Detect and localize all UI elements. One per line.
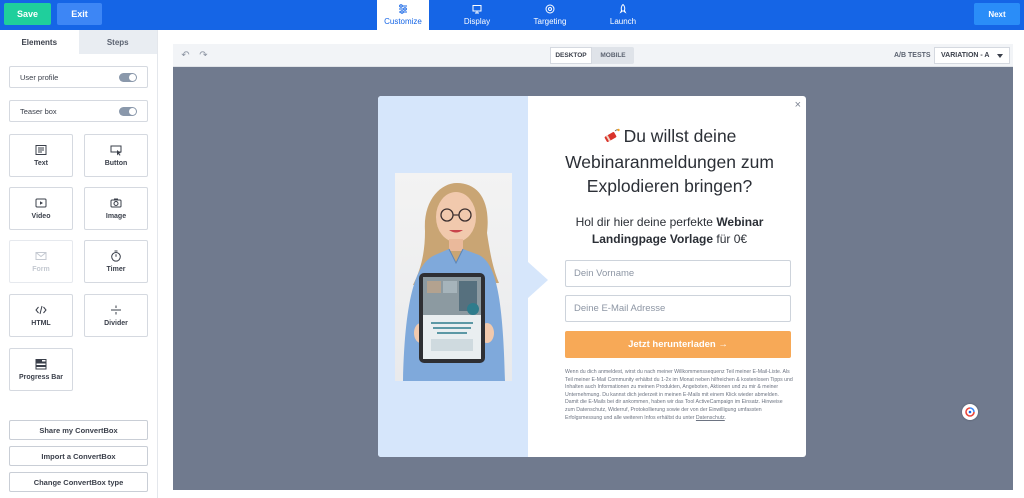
variation-select[interactable]: VARIATION - A <box>934 47 1010 64</box>
privacy-link[interactable]: Datenschutz <box>696 415 725 421</box>
canvas-toolbar: ↶ ↷ DESKTOP MOBILE A/B TESTS VARIATION -… <box>173 44 1013 67</box>
headline-text: Du willst deine Webinaranmeldungen zum E… <box>565 126 774 196</box>
download-button[interactable]: Jetzt herunterladen → <box>565 331 791 358</box>
tab-customize[interactable]: Customize <box>377 0 429 30</box>
hero-photo[interactable] <box>395 173 512 381</box>
tab-steps[interactable]: Steps <box>78 30 157 54</box>
undo-icon[interactable]: ↶ <box>180 50 191 61</box>
change-convertbox-type-button[interactable]: Change ConvertBox type <box>9 472 148 492</box>
popup-preview[interactable]: × Du willst deine Webinaranmeldungen zum… <box>378 96 806 457</box>
close-icon[interactable]: × <box>795 99 801 111</box>
sliders-icon <box>399 4 407 14</box>
toggle-label: User profile <box>20 72 59 82</box>
woman-with-tablet-illustration <box>403 183 505 381</box>
popup-subheadline[interactable]: Hol dir hier deine perfekte Webinar Land… <box>548 214 791 248</box>
redo-icon[interactable]: ↷ <box>198 50 209 61</box>
element-text[interactable]: Text <box>9 134 73 177</box>
exit-button[interactable]: Exit <box>57 3 102 25</box>
subline-prefix: Hol dir hier deine perfekte <box>575 215 717 229</box>
email-field[interactable]: Deine E-Mail Adresse <box>565 295 791 322</box>
privacy-end: . <box>724 414 727 421</box>
tab-label: Launch <box>609 17 637 26</box>
target-icon <box>545 4 555 14</box>
chat-widget-icon[interactable] <box>962 404 978 420</box>
popup-headline[interactable]: Du willst deine Webinaranmeldungen zum E… <box>548 124 791 198</box>
popup-notch <box>528 262 548 298</box>
email-placeholder: Deine E-Mail Adresse <box>574 303 666 314</box>
first-name-placeholder: Dein Vorname <box>574 268 635 279</box>
tab-label: Targeting <box>533 17 567 26</box>
device-mobile[interactable]: MOBILE <box>592 47 634 64</box>
chevron-down-icon <box>997 54 1003 58</box>
import-convertbox-button[interactable]: Import a ConvertBox <box>9 446 148 466</box>
element-label: Image <box>105 213 127 220</box>
progress-bar-icon <box>35 359 47 370</box>
top-nav: Customize Display Targeting Launch <box>377 0 671 30</box>
tab-label: Display <box>463 17 491 26</box>
tab-elements[interactable]: Elements <box>0 30 79 54</box>
save-button[interactable]: Save <box>4 3 51 25</box>
sidebar-tabs: Elements Steps <box>0 30 157 54</box>
rocket-icon <box>619 4 627 14</box>
share-convertbox-button[interactable]: Share my ConvertBox <box>9 420 148 440</box>
element-progress-bar[interactable]: Progress Bar <box>9 348 73 391</box>
element-button[interactable]: Button <box>84 134 148 177</box>
device-toggle: DESKTOP MOBILE <box>550 47 634 64</box>
element-label: Timer <box>106 266 126 273</box>
video-play-icon <box>35 198 47 208</box>
device-desktop[interactable]: DESKTOP <box>550 47 592 64</box>
code-icon <box>35 305 47 315</box>
element-form: Form <box>9 240 73 283</box>
element-video[interactable]: Video <box>9 187 73 230</box>
dynamite-icon <box>603 126 620 150</box>
tab-launch[interactable]: Launch <box>598 0 648 30</box>
element-image[interactable]: Image <box>84 187 148 230</box>
user-profile-toggle[interactable] <box>119 73 137 82</box>
element-label: Text <box>34 160 48 167</box>
subline-suffix: für 0€ <box>713 232 748 246</box>
ab-tests-label: A/B TESTS <box>894 52 931 59</box>
element-label: Button <box>104 160 128 167</box>
button-cursor-icon <box>110 145 122 156</box>
toggle-label: Teaser box <box>20 106 57 116</box>
camera-icon <box>110 198 122 208</box>
element-divider[interactable]: Divider <box>84 294 148 337</box>
next-button[interactable]: Next <box>974 3 1020 25</box>
sidebar: Elements Steps User profile Teaser box T… <box>0 30 158 498</box>
stopwatch-icon <box>111 250 121 262</box>
text-icon <box>35 145 47 155</box>
user-profile-toggle-row[interactable]: User profile <box>9 66 148 88</box>
element-label: Progress Bar <box>19 374 63 381</box>
element-label: HTML <box>31 320 51 327</box>
variation-value: VARIATION - A <box>941 52 990 59</box>
element-html[interactable]: HTML <box>9 294 73 337</box>
element-label: Form <box>32 266 50 273</box>
tab-label: Customize <box>384 17 422 26</box>
top-bar: Save Exit Customize Display Targeting La… <box>0 0 1024 30</box>
privacy-text: Wenn du dich anmeldest, wirst du nach me… <box>565 369 793 421</box>
divider-icon <box>111 305 121 315</box>
tab-targeting[interactable]: Targeting <box>525 0 575 30</box>
element-label: Divider <box>104 320 128 327</box>
tab-display[interactable]: Display <box>452 0 502 30</box>
monitor-icon <box>472 5 482 14</box>
teaser-box-toggle[interactable] <box>119 107 137 116</box>
element-timer[interactable]: Timer <box>84 240 148 283</box>
teaser-box-toggle-row[interactable]: Teaser box <box>9 100 148 122</box>
first-name-field[interactable]: Dein Vorname <box>565 260 791 287</box>
element-label: Video <box>31 213 51 220</box>
privacy-notice: Wenn du dich anmeldest, wirst du nach me… <box>565 369 793 422</box>
envelope-icon <box>35 252 47 260</box>
